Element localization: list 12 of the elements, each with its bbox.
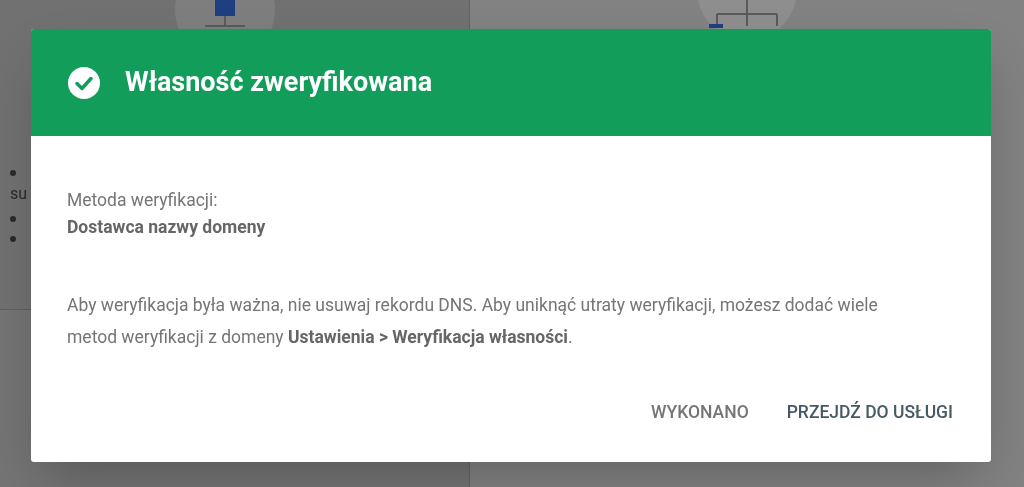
sitemap-icon	[174, 0, 275, 29]
dialog-message: Aby weryfikacja była ważna, nie usuwaj rekordu DNS. Aby uniknąć utraty weryfikacji, możesz dodać wiele metod weryfikacji z domeny Ustawienia > Weryfikacja własności.	[67, 294, 879, 349]
method-value: Dostawca nazwy domeny	[67, 216, 267, 239]
dialog-title: Własność zweryfikowana	[125, 65, 433, 101]
bullet-icon	[10, 216, 16, 222]
check-circle-icon	[68, 66, 100, 99]
method-label: Metoda weryfikacji:	[67, 189, 219, 212]
done-button[interactable]: WYKONANO	[639, 393, 761, 432]
bullet-icon	[10, 236, 16, 242]
background-text: su	[10, 186, 28, 202]
bullet-icon	[10, 170, 16, 176]
proceed-button[interactable]: PRZEJDŹ DO USŁUGI	[774, 393, 965, 432]
